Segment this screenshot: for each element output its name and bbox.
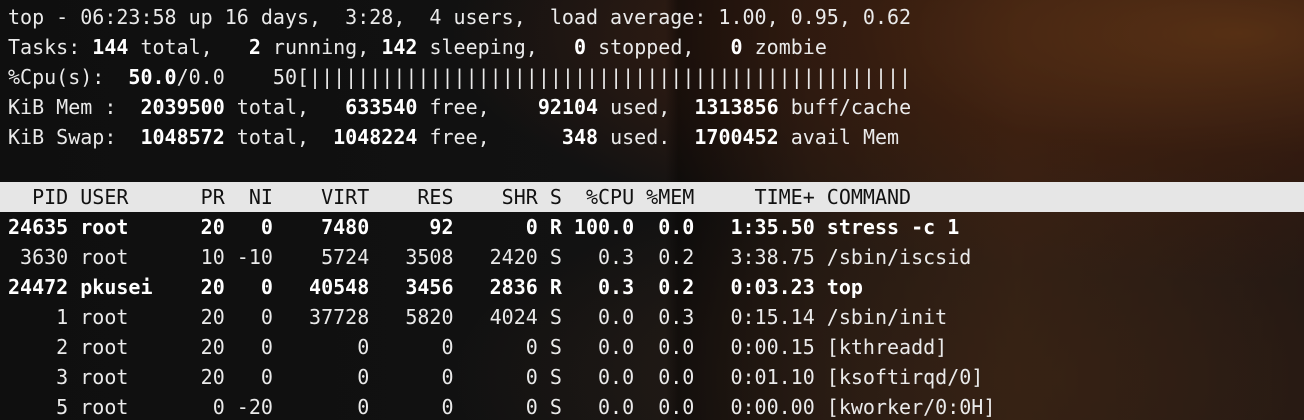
- tasks-running-suffix: running,: [260, 35, 382, 59]
- process-row[interactable]: 5 root 0 -20 0 0 0 S 0.0 0.0 0:00.00 [kw…: [8, 392, 995, 420]
- swap-line: KiB Swap: 1048572 total, 1048224 free, 3…: [8, 122, 899, 152]
- tasks-total: 144: [92, 35, 129, 59]
- uptime-line: top - 06:23:58 up 16 days, 3:28, 4 users…: [8, 5, 912, 29]
- process-row[interactable]: 24635 root 20 0 7480 92 0 R 100.0 0.0 1:…: [8, 212, 959, 242]
- swap-avail: 1700452: [694, 125, 779, 149]
- mem-used-suffix: used,: [598, 95, 695, 119]
- mem-free-suffix: free,: [417, 95, 538, 119]
- process-row[interactable]: 2 root 20 0 0 0 0 S 0.0 0.0 0:00.15 [kth…: [8, 332, 947, 362]
- cpu-usage-bar: ||||||||||||||||||||||||||||||||||||||||…: [309, 65, 912, 89]
- swap-label: KiB Swap:: [8, 125, 141, 149]
- swap-free-suffix: free,: [417, 125, 562, 149]
- mem-used: 92104: [537, 95, 599, 119]
- process-row[interactable]: 3 root 20 0 0 0 0 S 0.0 0.0 0:01.10 [kso…: [8, 362, 983, 392]
- mem-label: KiB Mem :: [8, 95, 141, 119]
- mem-cache-suffix: buff/cache: [778, 95, 912, 119]
- cpu-line: %Cpu(s): 50.0/0.0 50[|||||||||||||||||||…: [8, 62, 911, 92]
- swap-used: 348: [561, 125, 599, 149]
- tasks-label: Tasks:: [8, 35, 93, 59]
- tasks-zombie: 0: [730, 35, 743, 59]
- tasks-stopped: 0: [573, 35, 587, 59]
- swap-avail-suffix: avail Mem: [778, 125, 900, 149]
- swap-total-suffix: total,: [224, 125, 334, 149]
- tasks-stopped-suffix: stopped,: [586, 35, 731, 59]
- cpu-label: %Cpu(s):: [8, 65, 129, 89]
- swap-free: 1048224: [333, 125, 418, 149]
- mem-free: 633540: [345, 95, 418, 119]
- mem-line: KiB Mem : 2039500 total, 633540 free, 92…: [8, 92, 911, 122]
- cpu-value: 50.0: [128, 65, 177, 89]
- terminal-window[interactable]: top - 06:23:58 up 16 days, 3:28, 4 users…: [0, 0, 1304, 420]
- cpu-rest: /0.0 50[: [176, 65, 310, 89]
- tasks-sleeping: 142: [381, 35, 418, 59]
- mem-total: 2039500: [140, 95, 225, 119]
- tasks-running: 2: [248, 35, 261, 59]
- process-table-header: PID USER PR NI VIRT RES SHR S %CPU %MEM …: [8, 185, 912, 209]
- process-row[interactable]: 1 root 20 0 37728 5820 4024 S 0.0 0.3 0:…: [8, 302, 947, 332]
- tasks-line: Tasks: 144 total, 2 running, 142 sleepin…: [8, 32, 827, 62]
- tasks-zombie-suffix: zombie: [742, 35, 827, 59]
- mem-total-suffix: total,: [224, 95, 346, 119]
- mem-cache: 1313856: [694, 95, 779, 119]
- swap-used-suffix: used.: [598, 125, 695, 149]
- swap-total: 1048572: [140, 125, 225, 149]
- tasks-total-suffix: total,: [128, 35, 249, 59]
- process-row[interactable]: 24472 pkusei 20 0 40548 3456 2836 R 0.3 …: [8, 272, 863, 302]
- tasks-sleeping-suffix: sleeping,: [417, 35, 574, 59]
- process-row[interactable]: 3630 root 10 -10 5724 3508 2420 S 0.3 0.…: [8, 242, 971, 272]
